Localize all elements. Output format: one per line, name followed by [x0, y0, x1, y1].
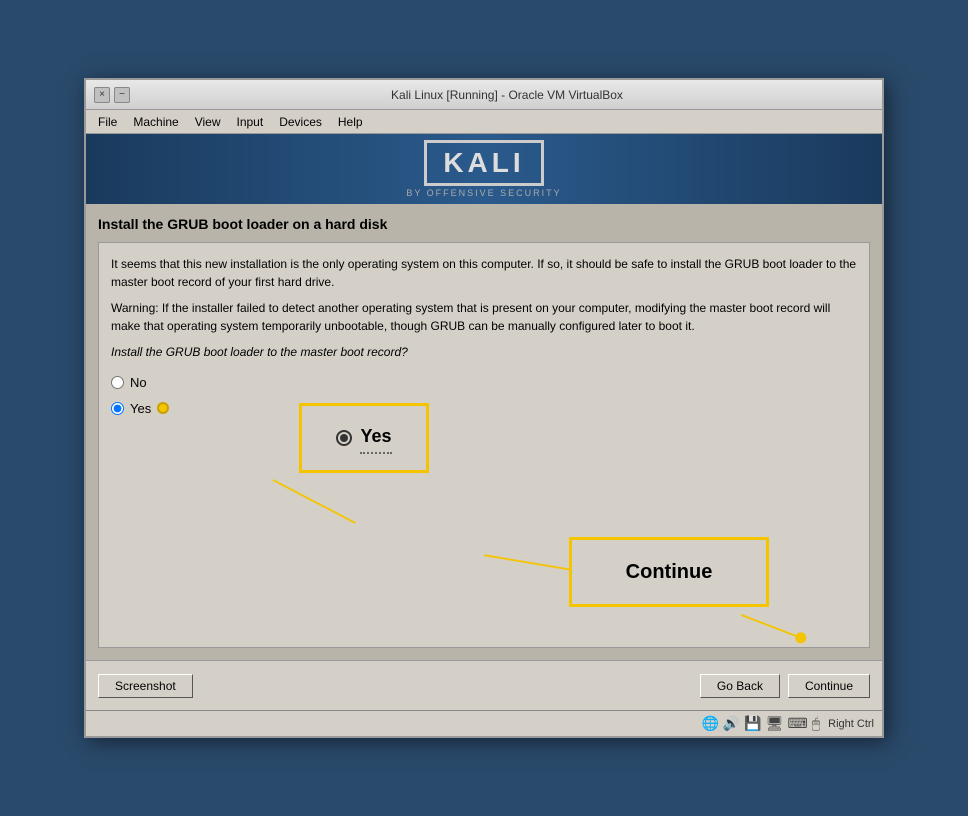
question-text: Install the GRUB boot loader to the mast… [111, 343, 857, 361]
menu-help[interactable]: Help [330, 113, 371, 131]
go-back-button[interactable]: Go Back [700, 674, 780, 698]
window-controls: × − [94, 87, 130, 103]
kali-logo: KALI BY OFFENSIVE SECURITY [406, 140, 561, 198]
bottom-bar: Screenshot Go Back Continue [86, 660, 882, 710]
menu-bar: File Machine View Input Devices Help [86, 110, 882, 134]
radio-yes[interactable]: Yes [111, 399, 857, 419]
mouse-icon: 🖱 [812, 715, 820, 732]
minimize-button[interactable]: − [114, 87, 130, 103]
paragraph1: It seems that this new installation is t… [111, 255, 857, 291]
usb-icon: 💾 [744, 715, 761, 732]
radio-no-input[interactable] [111, 376, 124, 389]
installer-title: Install the GRUB boot loader on a hard d… [98, 216, 870, 232]
display-icon: 🖥 [766, 715, 784, 732]
bottom-left: Screenshot [98, 674, 700, 698]
right-ctrl-label: Right Ctrl [828, 718, 874, 730]
kali-subtitle: BY OFFENSIVE SECURITY [406, 188, 561, 198]
menu-file[interactable]: File [90, 113, 125, 131]
kali-logo-box: KALI [424, 140, 543, 186]
vm-window: × − Kali Linux [Running] - Oracle VM Vir… [84, 78, 884, 738]
menu-input[interactable]: Input [229, 113, 272, 131]
keyboard-icon: ⌨ [788, 715, 808, 732]
kali-banner: KALI BY OFFENSIVE SECURITY [86, 134, 882, 204]
network-icon: 🌐 [701, 715, 718, 732]
close-button[interactable]: × [94, 87, 110, 103]
screenshot-button[interactable]: Screenshot [98, 674, 193, 698]
continue-callout-label: Continue [626, 557, 713, 587]
menu-machine[interactable]: Machine [125, 113, 186, 131]
yes-dot [157, 402, 169, 414]
radio-no[interactable]: No [111, 373, 857, 393]
radio-yes-label: Yes [130, 399, 151, 419]
main-content: Install the GRUB boot loader on a hard d… [86, 204, 882, 660]
yes-callout-radio [336, 430, 352, 446]
bottom-right: Go Back Continue [700, 674, 870, 698]
radio-yes-input[interactable] [111, 402, 124, 415]
continue-button[interactable]: Continue [788, 674, 870, 698]
title-bar: × − Kali Linux [Running] - Oracle VM Vir… [86, 80, 882, 110]
window-title: Kali Linux [Running] - Oracle VM Virtual… [140, 88, 874, 102]
menu-view[interactable]: View [187, 113, 229, 131]
status-bar: 🌐 🔊 💾 🖥 ⌨ 🖱 Right Ctrl [86, 710, 882, 736]
paragraph2: Warning: If the installer failed to dete… [111, 299, 857, 335]
radio-no-label: No [130, 373, 147, 393]
content-box: It seems that this new installation is t… [98, 242, 870, 648]
yes-callout-label: Yes [360, 423, 391, 454]
audio-icon: 🔊 [723, 715, 740, 732]
radio-group: No Yes [111, 373, 857, 418]
yes-callout: Yes [299, 403, 429, 473]
menu-devices[interactable]: Devices [271, 113, 330, 131]
continue-callout: Continue [569, 537, 769, 607]
